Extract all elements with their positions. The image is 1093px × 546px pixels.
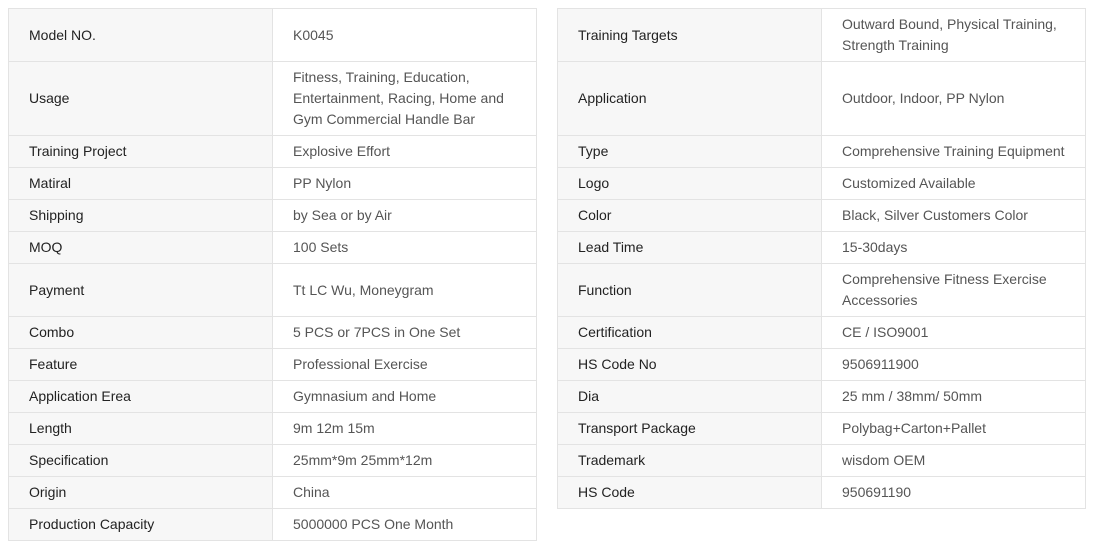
spec-label: Origin bbox=[8, 476, 273, 509]
spec-value: 25 mm / 38mm/ 50mm bbox=[821, 380, 1086, 413]
spec-label: Application Erea bbox=[8, 380, 273, 413]
spec-label: HS Code bbox=[557, 476, 822, 509]
table-row: HS Code No 9506911900 bbox=[557, 348, 1086, 381]
spec-value: Polybag+Carton+Pallet bbox=[821, 412, 1086, 445]
spec-label: Application bbox=[557, 61, 822, 136]
spec-value: wisdom OEM bbox=[821, 444, 1086, 477]
spec-label: Training Targets bbox=[557, 8, 822, 62]
table-row: Combo 5 PCS or 7PCS in One Set bbox=[8, 316, 537, 349]
spec-value: K0045 bbox=[272, 8, 537, 62]
spec-value: China bbox=[272, 476, 537, 509]
spec-label: Model NO. bbox=[8, 8, 273, 62]
spec-value: Outward Bound, Physical Training, Streng… bbox=[821, 8, 1086, 62]
spec-label: Training Project bbox=[8, 135, 273, 168]
table-row: Application Outdoor, Indoor, PP Nylon bbox=[557, 61, 1086, 136]
table-row: Training Project Explosive Effort bbox=[8, 135, 537, 168]
table-row: Application Erea Gymnasium and Home bbox=[8, 380, 537, 413]
table-row: Feature Professional Exercise bbox=[8, 348, 537, 381]
spec-label: Type bbox=[557, 135, 822, 168]
spec-label: HS Code No bbox=[557, 348, 822, 381]
spec-value: Explosive Effort bbox=[272, 135, 537, 168]
spec-label: Production Capacity bbox=[8, 508, 273, 541]
spec-value: PP Nylon bbox=[272, 167, 537, 200]
spec-table-right: Training Targets Outward Bound, Physical… bbox=[557, 8, 1086, 509]
spec-value: Outdoor, Indoor, PP Nylon bbox=[821, 61, 1086, 136]
spec-label: Logo bbox=[557, 167, 822, 200]
spec-label: Length bbox=[8, 412, 273, 445]
spec-value: Black, Silver Customers Color bbox=[821, 199, 1086, 232]
spec-value: Customized Available bbox=[821, 167, 1086, 200]
table-row: Lead Time 15-30days bbox=[557, 231, 1086, 264]
spec-value: 9506911900 bbox=[821, 348, 1086, 381]
table-row: Production Capacity 5000000 PCS One Mont… bbox=[8, 508, 537, 541]
spec-value: Comprehensive Training Equipment bbox=[821, 135, 1086, 168]
spec-value: Gymnasium and Home bbox=[272, 380, 537, 413]
table-row: Trademark wisdom OEM bbox=[557, 444, 1086, 477]
spec-label: Lead Time bbox=[557, 231, 822, 264]
spec-value: 950691190 bbox=[821, 476, 1086, 509]
spec-label: Certification bbox=[557, 316, 822, 349]
spec-value: Fitness, Training, Education, Entertainm… bbox=[272, 61, 537, 136]
table-row: Function Comprehensive Fitness Exercise … bbox=[557, 263, 1086, 317]
spec-label: MOQ bbox=[8, 231, 273, 264]
table-row: Length 9m 12m 15m bbox=[8, 412, 537, 445]
spec-label: Trademark bbox=[557, 444, 822, 477]
spec-label: Matiral bbox=[8, 167, 273, 200]
spec-value: Comprehensive Fitness Exercise Accessori… bbox=[821, 263, 1086, 317]
spec-table-left: Model NO. K0045 Usage Fitness, Training,… bbox=[8, 8, 537, 541]
table-row: Specification 25mm*9m 25mm*12m bbox=[8, 444, 537, 477]
spec-value: 100 Sets bbox=[272, 231, 537, 264]
spec-value: by Sea or by Air bbox=[272, 199, 537, 232]
table-row: Certification CE / ISO9001 bbox=[557, 316, 1086, 349]
table-row: Shipping by Sea or by Air bbox=[8, 199, 537, 232]
spec-label: Payment bbox=[8, 263, 273, 317]
spec-value: 15-30days bbox=[821, 231, 1086, 264]
spec-label: Color bbox=[557, 199, 822, 232]
spec-value: 9m 12m 15m bbox=[272, 412, 537, 445]
spec-label: Transport Package bbox=[557, 412, 822, 445]
spec-value: 25mm*9m 25mm*12m bbox=[272, 444, 537, 477]
table-row: Dia 25 mm / 38mm/ 50mm bbox=[557, 380, 1086, 413]
table-row: Model NO. K0045 bbox=[8, 8, 537, 62]
spec-label: Function bbox=[557, 263, 822, 317]
spec-value: CE / ISO9001 bbox=[821, 316, 1086, 349]
spec-value: Tt LC Wu, Moneygram bbox=[272, 263, 537, 317]
spec-value: 5 PCS or 7PCS in One Set bbox=[272, 316, 537, 349]
table-row: MOQ 100 Sets bbox=[8, 231, 537, 264]
table-row: Usage Fitness, Training, Education, Ente… bbox=[8, 61, 537, 136]
spec-label: Dia bbox=[557, 380, 822, 413]
table-row: Payment Tt LC Wu, Moneygram bbox=[8, 263, 537, 317]
spec-value: Professional Exercise bbox=[272, 348, 537, 381]
spec-label: Feature bbox=[8, 348, 273, 381]
table-row: Type Comprehensive Training Equipment bbox=[557, 135, 1086, 168]
spec-label: Specification bbox=[8, 444, 273, 477]
table-row: Training Targets Outward Bound, Physical… bbox=[557, 8, 1086, 62]
table-row: Matiral PP Nylon bbox=[8, 167, 537, 200]
spec-label: Usage bbox=[8, 61, 273, 136]
table-row: Color Black, Silver Customers Color bbox=[557, 199, 1086, 232]
table-row: HS Code 950691190 bbox=[557, 476, 1086, 509]
spec-label: Combo bbox=[8, 316, 273, 349]
spec-value: 5000000 PCS One Month bbox=[272, 508, 537, 541]
table-row: Origin China bbox=[8, 476, 537, 509]
table-row: Logo Customized Available bbox=[557, 167, 1086, 200]
table-row: Transport Package Polybag+Carton+Pallet bbox=[557, 412, 1086, 445]
spec-label: Shipping bbox=[8, 199, 273, 232]
